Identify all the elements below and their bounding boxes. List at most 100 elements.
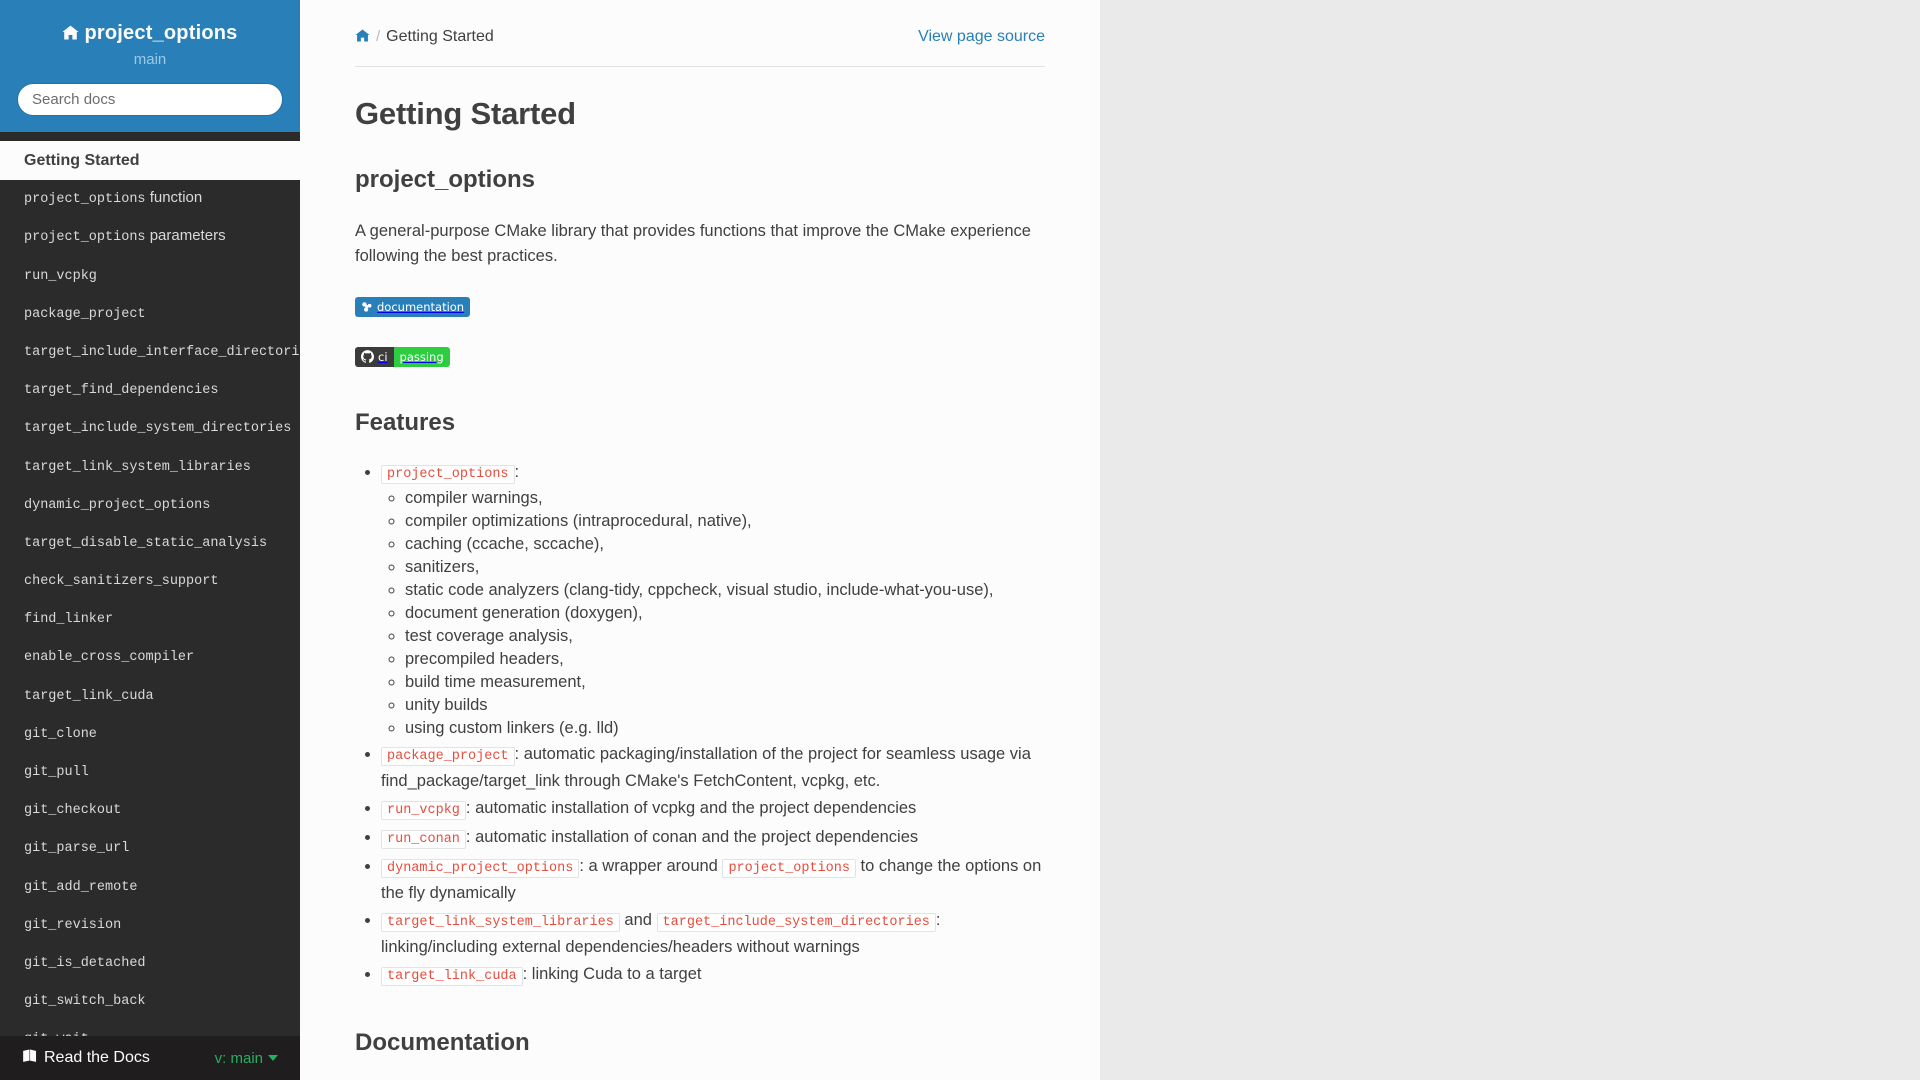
sidebar-item-code: git_revision: [24, 917, 122, 933]
sidebar-nav-item: package_project: [0, 295, 300, 333]
sidebar-nav-item: target_link_cuda: [0, 677, 300, 715]
sidebar-item-code: target_include_interface_directories: [24, 344, 300, 360]
sidebar-nav-item: git_revision: [0, 906, 300, 944]
feature-text: and: [619, 910, 657, 929]
sidebar-item-code: git_switch_back: [24, 994, 146, 1010]
sidebar-item-code: package_project: [24, 306, 146, 322]
document-body: Getting Started project_options A genera…: [300, 95, 1100, 1080]
sidebar-item-code: check_sanitizers_support: [24, 574, 219, 590]
sidebar-nav-item: enable_cross_compiler: [0, 638, 300, 676]
read-the-docs-label: Read the Docs: [44, 1049, 150, 1066]
breadcrumb-separator: /: [376, 28, 381, 45]
feature-subitem: static code analyzers (clang-tidy, cppch…: [405, 579, 1045, 602]
feature-subitem: build time measurement,: [405, 671, 1045, 694]
sidebar-item-run-vcpkg[interactable]: run_vcpkg: [0, 257, 300, 295]
sidebar-item-git-revision[interactable]: git_revision: [0, 906, 300, 944]
view-page-source-link[interactable]: View page source: [918, 28, 1045, 46]
sidebar-item-code: git_clone: [24, 726, 97, 742]
sidebar-nav-item: git_pull: [0, 753, 300, 791]
content-area: / Getting Started View page source Getti…: [300, 0, 1100, 1080]
feature-text: :: [514, 462, 520, 481]
ci-badge[interactable]: ci passing: [355, 346, 450, 367]
sidebar-item-check-sanitizers-support[interactable]: check_sanitizers_support: [0, 562, 300, 600]
github-icon: [361, 350, 374, 364]
inline-code: project_options: [722, 858, 856, 878]
sidebar-item-code: project_options: [24, 192, 146, 208]
inline-code: dynamic_project_options: [381, 858, 580, 878]
feature-subitem: sanitizers,: [405, 556, 1045, 579]
sidebar-item-git-pull[interactable]: git_pull: [0, 753, 300, 791]
feature-item: target_link_cuda: linking Cuda to a targ…: [381, 962, 1045, 989]
ci-badge-label: ci: [378, 349, 388, 364]
sidebar-item-target-include-interface-directories[interactable]: target_include_interface_directories: [0, 333, 300, 371]
sidebar-item-project-options[interactable]: project_options function: [0, 180, 300, 218]
feature-text: : automatic installation of conan and th…: [465, 827, 919, 846]
sidebar-nav-item: target_disable_static_analysis: [0, 524, 300, 562]
ci-badge-row: ci passing: [355, 345, 1045, 369]
sidebar-nav-item: target_find_dependencies: [0, 371, 300, 409]
breadcrumb-home-link[interactable]: [355, 29, 370, 46]
feature-subitem: unity builds: [405, 694, 1045, 717]
sidebar-item-package-project[interactable]: package_project: [0, 295, 300, 333]
sidebar-item-git-is-detached[interactable]: git_is_detached: [0, 944, 300, 982]
feature-subitem: document generation (doxygen),: [405, 602, 1045, 625]
sidebar-item-git-checkout[interactable]: git_checkout: [0, 791, 300, 829]
sidebar-version-label: main: [133, 51, 167, 68]
breadcrumb: / Getting Started View page source: [300, 0, 1100, 46]
sidebar-item-find-linker[interactable]: find_linker: [0, 600, 300, 638]
inline-code: run_vcpkg: [381, 800, 466, 820]
sidebar-nav-item: git_add_remote: [0, 868, 300, 906]
sidebar-caption-getting-started: Getting Started: [0, 141, 300, 181]
search-form[interactable]: [17, 83, 283, 116]
sidebar-item-target-find-dependencies[interactable]: target_find_dependencies: [0, 371, 300, 409]
sidebar-nav-item: target_include_interface_directories: [0, 333, 300, 371]
sidebar-nav-item: dynamic_project_options: [0, 486, 300, 524]
sidebar-item-code: git_checkout: [24, 803, 122, 819]
sidebar-item-code: dynamic_project_options: [24, 497, 211, 513]
sidebar-nav-item: git_is_detached: [0, 944, 300, 982]
home-icon: [355, 29, 370, 46]
sidebar-nav-item: git_parse_url: [0, 829, 300, 867]
sidebar-item-code: git_parse_url: [24, 841, 130, 857]
inline-code: package_project: [381, 746, 515, 766]
sidebar-nav: Getting Started project_options function…: [0, 132, 300, 1080]
sidebar-item-code: run_vcpkg: [24, 268, 97, 284]
feature-text: : a wrapper around: [579, 856, 723, 875]
sidebar: project_options main Getting Started pro…: [0, 0, 300, 1080]
sidebar-logo-link[interactable]: project_options: [17, 21, 283, 45]
sidebar-item-code: git_is_detached: [24, 955, 146, 971]
sidebar-nav-item: target_link_system_libraries: [0, 448, 300, 486]
sidebar-item-code: find_linker: [24, 612, 114, 628]
inline-code: target_link_cuda: [381, 966, 523, 986]
sidebar-item-git-switch-back[interactable]: git_switch_back: [0, 982, 300, 1020]
sidebar-item-git-parse-url[interactable]: git_parse_url: [0, 829, 300, 867]
sidebar-logo-text: project_options: [84, 22, 238, 44]
sidebar-item-target-disable-static-analysis[interactable]: target_disable_static_analysis: [0, 524, 300, 562]
sidebar-item-code: target_disable_static_analysis: [24, 535, 268, 551]
ci-badge-status: passing: [393, 346, 450, 367]
sidebar-item-git-add-remote[interactable]: git_add_remote: [0, 868, 300, 906]
read-the-docs-brand-link[interactable]: Read the Docs: [22, 1049, 150, 1068]
documentation-badge-label: documentation: [377, 299, 465, 314]
sidebar-nav-item: run_vcpkg: [0, 257, 300, 295]
sidebar-item-target-link-system-libraries[interactable]: target_link_system_libraries: [0, 448, 300, 486]
sidebar-item-git-clone[interactable]: git_clone: [0, 715, 300, 753]
sidebar-item-dynamic-project-options[interactable]: dynamic_project_options: [0, 486, 300, 524]
section-heading-features: Features: [355, 408, 456, 436]
feature-subitem: precompiled headers,: [405, 648, 1045, 671]
breadcrumb-divider: [355, 66, 1045, 67]
sidebar-item-target-link-cuda[interactable]: target_link_cuda: [0, 677, 300, 715]
version-switcher[interactable]: v: main: [215, 1050, 278, 1067]
sidebar-item-target-include-system-directories[interactable]: target_include_system_directories: [0, 409, 300, 447]
sidebar-item-enable-cross-compiler[interactable]: enable_cross_compiler: [0, 638, 300, 676]
caret-down-icon: [268, 1055, 278, 1061]
sidebar-item-code: enable_cross_compiler: [24, 650, 195, 666]
version-switcher-label: v: main: [214, 1049, 263, 1067]
feature-text: : automatic installation of vcpkg and th…: [465, 798, 917, 817]
search-input[interactable]: [17, 83, 283, 116]
feature-text: : linking Cuda to a target: [522, 964, 702, 983]
feature-item: run_conan: automatic installation of con…: [381, 825, 1045, 852]
documentation-badge[interactable]: documentation: [355, 296, 471, 317]
section-heading-documentation: Documentation: [355, 1028, 530, 1056]
sidebar-item-project-options[interactable]: project_options parameters: [0, 218, 300, 256]
